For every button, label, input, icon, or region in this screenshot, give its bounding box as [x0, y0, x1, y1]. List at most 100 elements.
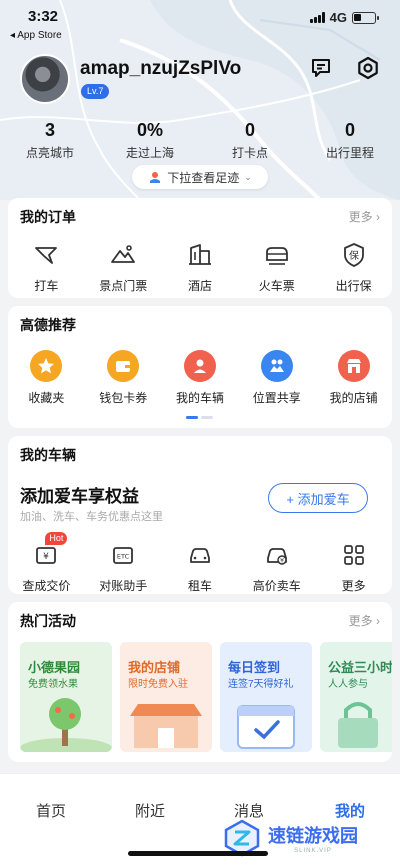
vehicle-item-label: 对账助手	[99, 579, 148, 593]
stat-value: 0	[244, 120, 255, 140]
order-item-train[interactable]: 火车票	[238, 240, 315, 294]
vehicle-item-etc-assistant[interactable]: ETC 对账助手	[85, 540, 162, 594]
scenic-ticket-icon	[111, 245, 136, 263]
message-icon[interactable]	[309, 56, 333, 80]
insurance-shield-icon: 保	[343, 243, 364, 267]
storefront-icon	[130, 704, 202, 748]
settings-gear-icon[interactable]	[356, 56, 380, 80]
order-item-insurance[interactable]: 保 出行保	[315, 240, 392, 294]
signal-icon	[309, 12, 325, 23]
order-item-label: 打车	[34, 279, 59, 293]
orders-grid: 打车 景点门票 酒店 火车票 保 出行保	[8, 240, 392, 294]
vehicle-card: 我的车辆 添加爱车享权益 加油、洗车、车务优惠点这里 + 添加爱车 ¥ Hot …	[8, 436, 392, 594]
grid-more-icon	[343, 545, 364, 565]
stat-checkin-points[interactable]: 0 打卡点	[200, 120, 300, 161]
recommend-item-my-vehicle[interactable]: 我的车辆	[162, 350, 239, 406]
vehicle-item-rent-car[interactable]: 租车	[162, 540, 239, 594]
status-indicators: 4G	[309, 10, 379, 25]
stat-lit-cities[interactable]: 3 点亮城市	[0, 120, 100, 161]
activity-card-orchard[interactable]: 小德果园 免费领水果	[20, 642, 112, 752]
vehicle-item-label: 租车	[187, 579, 212, 593]
order-item-taxi[interactable]: 打车	[8, 240, 85, 294]
stat-travel-mileage[interactable]: 0 出行里程	[300, 120, 400, 161]
fruit-tree-icon	[20, 698, 112, 752]
stat-label: 走过上海	[125, 146, 174, 160]
wallet-icon	[107, 350, 140, 382]
taxi-icon	[35, 247, 58, 264]
orders-title: 我的订单	[20, 209, 76, 225]
hot-badge: Hot	[45, 532, 68, 545]
activity-card-my-shop[interactable]: 我的店铺 限时免费入驻	[120, 642, 212, 752]
watermark-text: 速链游戏园	[268, 826, 358, 846]
car-user-icon	[183, 350, 216, 382]
recommend-title: 高德推荐	[20, 317, 76, 333]
svg-text:ETC: ETC	[117, 553, 130, 561]
activities-title: 热门活动	[20, 613, 76, 629]
rent-car-icon	[190, 548, 210, 563]
battery-icon	[352, 11, 379, 24]
orders-card: 我的订单 更多 › 打车 景点门票 酒店 火车票 保 出行保	[8, 198, 392, 298]
stat-label: 点亮城市	[25, 146, 74, 160]
order-item-scenic-ticket[interactable]: 景点门票	[85, 240, 162, 294]
activities-row: 小德果园 免费领水果 我的店铺 限时免费入驻 每日签到 连签7天得好礼 公益三小…	[20, 642, 392, 752]
svg-text:¥: ¥	[44, 552, 50, 562]
back-to-app-store[interactable]: ◂ App Store	[10, 30, 62, 41]
activity-card-charity[interactable]: 公益三小时 人人参与	[320, 642, 392, 752]
star-icon	[30, 350, 63, 382]
sell-car-icon: ¥	[266, 548, 287, 565]
location-share-icon	[260, 350, 293, 382]
recommend-item-location-share[interactable]: 位置共享	[238, 350, 315, 406]
stat-value: 3	[44, 120, 55, 140]
shop-icon	[337, 350, 370, 382]
activity-title: 我的店铺	[128, 660, 181, 675]
avatar[interactable]	[20, 54, 70, 104]
order-item-label: 火车票	[258, 279, 295, 293]
recommend-item-my-shop[interactable]: 我的店铺	[315, 350, 392, 406]
level-badge[interactable]: Lv.7	[81, 84, 110, 99]
charity-lock-icon	[338, 702, 378, 748]
stat-label: 打卡点	[231, 146, 268, 160]
pull-down-footprint-hint[interactable]: 下拉查看足迹 ⌄	[132, 165, 268, 189]
calendar-check-icon	[237, 705, 295, 749]
network-label: 4G	[329, 10, 347, 25]
status-time: 3:32	[28, 8, 59, 25]
activity-title: 每日签到	[228, 660, 281, 675]
add-car-button[interactable]: + 添加爱车	[268, 483, 368, 513]
price-tag-icon: ¥	[36, 547, 57, 564]
stat-shanghai-coverage[interactable]: 0% 走过上海	[100, 120, 200, 161]
activity-subtitle: 限时免费入驻	[128, 679, 188, 690]
recommend-grid: 收藏夹 钱包卡券 我的车辆 位置共享 我的店铺	[8, 350, 392, 406]
vehicle-item-more[interactable]: 更多	[315, 540, 392, 594]
footprint-icon	[150, 172, 161, 183]
activities-more-link[interactable]: 更多 ›	[349, 612, 380, 629]
svg-text:保: 保	[349, 249, 359, 262]
orders-more-link[interactable]: 更多 ›	[349, 208, 380, 225]
recommend-card: 高德推荐 收藏夹 钱包卡券 我的车辆 位置共享 我的店铺	[8, 306, 392, 428]
username[interactable]: amap_nzujZsPlVo	[80, 58, 241, 80]
page-indicator	[186, 416, 213, 419]
order-item-label: 酒店	[187, 279, 212, 293]
activities-card: 热门活动 更多 › 小德果园 免费领水果 我的店铺 限时免费入驻 每日签到 连签…	[8, 602, 392, 762]
stat-label: 出行里程	[325, 146, 374, 160]
vehicle-item-sell-car[interactable]: ¥ 高价卖车	[238, 540, 315, 594]
pull-hint-text: 下拉查看足迹	[167, 170, 240, 185]
activity-subtitle: 人人参与	[328, 679, 368, 690]
stat-value: 0	[344, 120, 355, 140]
tab-home[interactable]: 首页	[36, 800, 66, 821]
stat-value: 0%	[136, 120, 163, 140]
activity-title: 小德果园	[28, 660, 81, 675]
recommend-item-favorites[interactable]: 收藏夹	[8, 350, 85, 406]
chevron-down-icon: ⌄	[244, 171, 252, 182]
order-item-hotel[interactable]: 酒店	[162, 240, 239, 294]
tab-nearby[interactable]: 附近	[135, 800, 165, 821]
vehicle-item-check-price[interactable]: ¥ Hot 查成交价	[8, 532, 85, 594]
vehicle-title: 我的车辆	[20, 447, 76, 463]
activity-title: 公益三小时	[328, 660, 392, 675]
etc-icon: ETC	[113, 547, 134, 564]
recommend-item-wallet[interactable]: 钱包卡券	[85, 350, 162, 406]
activity-card-daily-checkin[interactable]: 每日签到 连签7天得好礼	[220, 642, 312, 752]
home-indicator[interactable]	[128, 851, 268, 856]
vehicle-promo-subtitle: 加油、洗车、车务优惠点这里	[20, 511, 163, 523]
vehicle-promo-title: 添加爱车享权益	[20, 487, 139, 506]
activity-subtitle: 免费领水果	[28, 679, 78, 690]
